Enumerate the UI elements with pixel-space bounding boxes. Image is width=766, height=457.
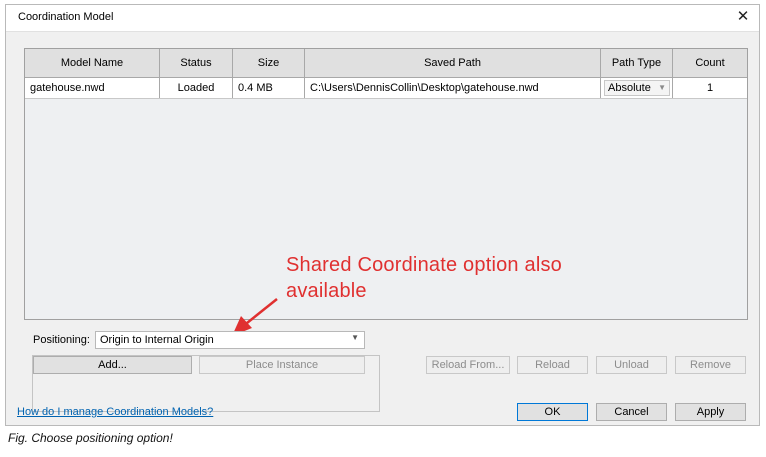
help-link[interactable]: How do I manage Coordination Models? [17, 406, 213, 418]
column-header-model-name[interactable]: Model Name [25, 49, 160, 77]
table-header: Model Name Status Size Saved Path Path T… [25, 49, 747, 78]
reload-button[interactable]: Reload [517, 356, 588, 374]
dialog-title: Coordination Model [18, 11, 114, 23]
cancel-button[interactable]: Cancel [596, 403, 667, 421]
path-type-dropdown[interactable]: Absolute ▼ [604, 80, 670, 96]
model-name-cell: gatehouse.nwd [25, 78, 160, 98]
close-icon[interactable]: ✕ [733, 7, 753, 27]
place-instance-button[interactable]: Place Instance [199, 356, 365, 374]
positioning-label: Positioning: [33, 334, 90, 346]
positioning-dropdown[interactable]: Origin to Internal Origin ▼ [95, 331, 365, 349]
column-header-size[interactable]: Size [233, 49, 305, 77]
column-header-count[interactable]: Count [673, 49, 747, 77]
status-cell: Loaded [160, 78, 233, 98]
table-row[interactable]: gatehouse.nwd Loaded 0.4 MB C:\Users\Den… [25, 78, 747, 99]
add-button[interactable]: Add... [33, 356, 192, 374]
column-header-path-type[interactable]: Path Type [601, 49, 673, 77]
column-header-status[interactable]: Status [160, 49, 233, 77]
chevron-down-icon: ▼ [351, 333, 359, 342]
reload-from-button[interactable]: Reload From... [426, 356, 510, 374]
annotation-line-1: Shared Coordinate option also [286, 254, 562, 276]
title-bar: Coordination Model ✕ [6, 5, 759, 31]
remove-button[interactable]: Remove [675, 356, 746, 374]
figure-caption: Fig. Choose positioning option! [8, 431, 173, 445]
annotation-text: Shared Coordinate option also available [286, 252, 562, 304]
positioning-selected-value: Origin to Internal Origin [100, 334, 214, 346]
count-cell: 1 [706, 82, 714, 94]
chevron-down-icon: ▼ [658, 83, 666, 92]
annotation-line-2: available [286, 280, 367, 302]
path-type-cell: Absolute ▼ [601, 78, 673, 98]
path-type-value: Absolute [608, 82, 651, 94]
size-cell: 0.4 MB [233, 78, 305, 98]
ok-button[interactable]: OK [517, 403, 588, 421]
apply-button[interactable]: Apply [675, 403, 746, 421]
column-header-saved-path[interactable]: Saved Path [305, 49, 601, 77]
unload-button[interactable]: Unload [596, 356, 667, 374]
saved-path-cell: C:\Users\DennisCollin\Desktop\gatehouse.… [305, 78, 601, 98]
